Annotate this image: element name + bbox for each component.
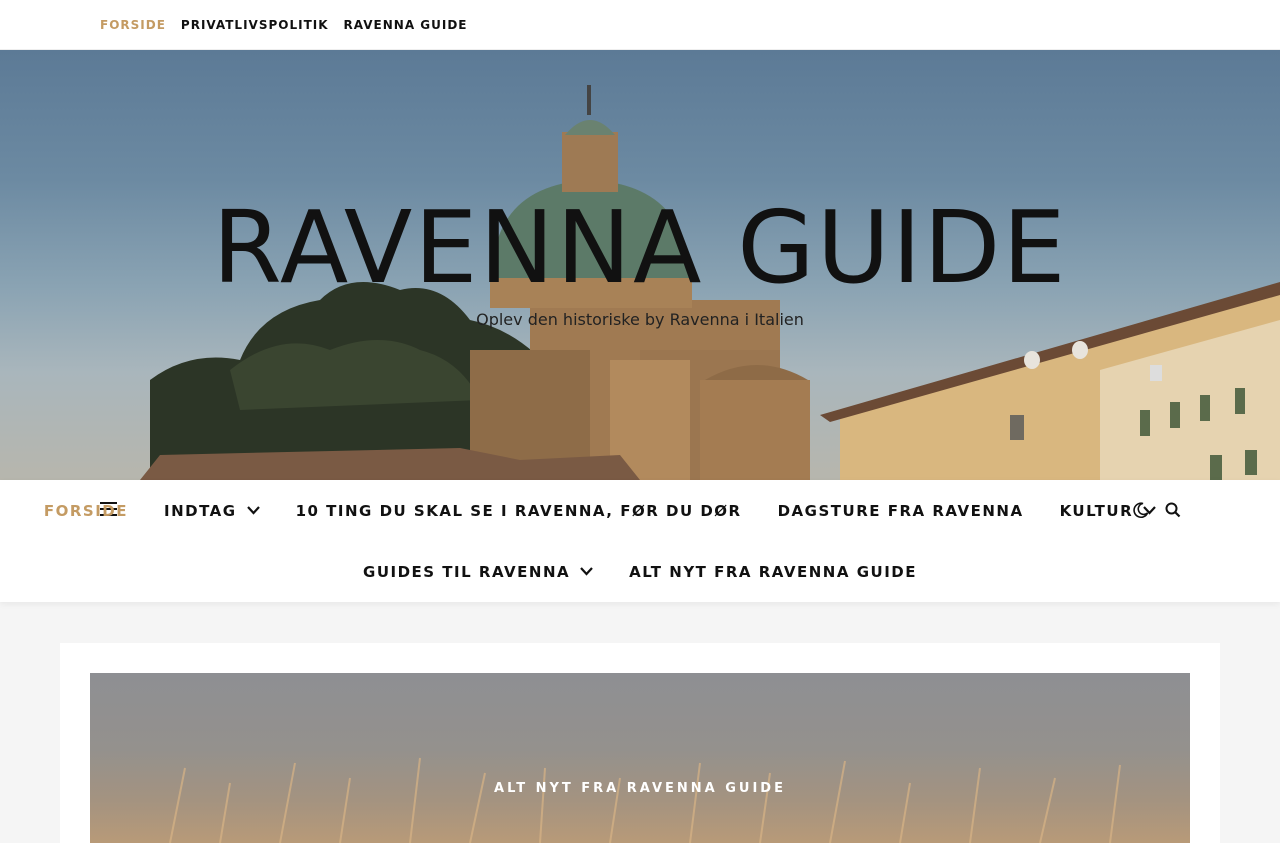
nav-item-label: 10 TING DU SKAL SE I RAVENNA, FØR DU DØR: [295, 501, 742, 520]
nav-item-label: DAGSTURE FRA RAVENNA: [777, 501, 1024, 520]
nav-item-label: ALT NYT FRA RAVENNA GUIDE: [629, 562, 917, 581]
nav-item-dagsture[interactable]: DAGSTURE FRA RAVENNA: [760, 502, 1042, 520]
hero-header: RAVENNA GUIDE Oplev den historiske by Ra…: [0, 50, 1280, 480]
nav-item-indtag[interactable]: INDTAG: [146, 502, 278, 520]
nav-item-10-ting[interactable]: 10 TING DU SKAL SE I RAVENNA, FØR DU DØR: [278, 502, 760, 520]
top-bar: FORSIDE PRIVATLIVSPOLITIK RAVENNA GUIDE: [0, 0, 1280, 50]
main-navigation: FORSIDE INDTAG 10 TING DU SKAL SE I RAVE…: [0, 480, 1280, 602]
search-icon[interactable]: [1164, 501, 1182, 519]
chevron-down-icon: [580, 567, 593, 576]
nav-row-primary: FORSIDE INDTAG 10 TING DU SKAL SE I RAVE…: [0, 480, 1280, 541]
nav-item-label: KULTUR: [1059, 501, 1134, 520]
moon-icon[interactable]: [1132, 501, 1150, 519]
nav-row-secondary: GUIDES TIL RAVENNA ALT NYT FRA RAVENNA G…: [0, 541, 1280, 602]
top-menu: FORSIDE PRIVATLIVSPOLITIK RAVENNA GUIDE: [100, 0, 468, 50]
site-tagline: Oplev den historiske by Ravenna i Italie…: [476, 310, 804, 329]
nav-item-kultur[interactable]: KULTUR: [1042, 502, 1175, 520]
nav-item-alt-nyt[interactable]: ALT NYT FRA RAVENNA GUIDE: [611, 563, 935, 581]
post-card: ALT NYT FRA RAVENNA GUIDE: [60, 643, 1220, 843]
featured-image[interactable]: ALT NYT FRA RAVENNA GUIDE: [90, 673, 1190, 843]
top-link-privatlivspolitik[interactable]: PRIVATLIVSPOLITIK: [181, 18, 329, 32]
featured-image-graphic: [169, 757, 1121, 843]
nav-item-label: FORSIDE: [43, 501, 128, 520]
nav-item-label: GUIDES TIL RAVENNA: [363, 562, 571, 581]
nav-item-forside[interactable]: FORSIDE: [26, 502, 146, 520]
nav-item-guides[interactable]: GUIDES TIL RAVENNA: [345, 563, 611, 581]
chevron-down-icon: [246, 506, 260, 515]
site-title[interactable]: RAVENNA GUIDE: [0, 193, 1280, 303]
top-link-ravenna-guide[interactable]: RAVENNA GUIDE: [344, 18, 468, 32]
nav-item-label: INDTAG: [164, 501, 237, 520]
post-category[interactable]: ALT NYT FRA RAVENNA GUIDE: [90, 781, 1190, 796]
top-link-forside[interactable]: FORSIDE: [100, 18, 166, 32]
